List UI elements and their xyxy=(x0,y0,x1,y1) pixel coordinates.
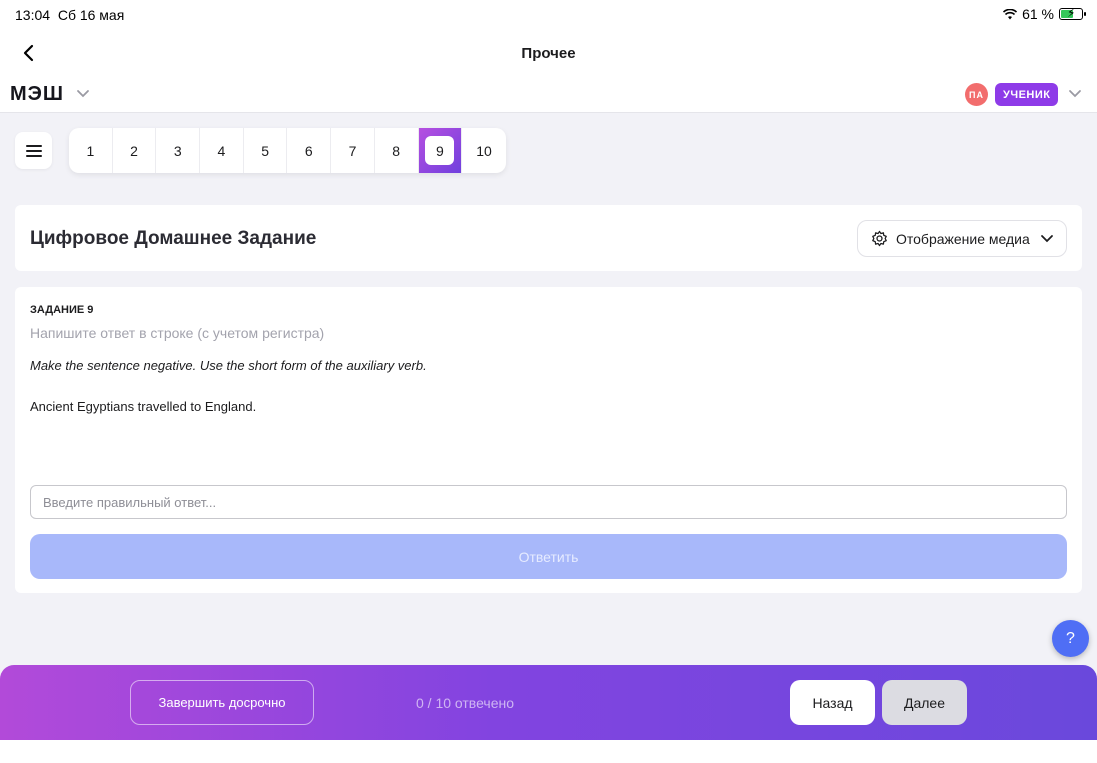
media-display-button[interactable]: Отображение медиа xyxy=(857,220,1067,257)
chevron-down-icon[interactable] xyxy=(75,88,91,100)
status-bar: 13:04 Сб 16 мая 61 % ⚡ xyxy=(0,0,1097,30)
question-tab-label: 3 xyxy=(173,142,182,159)
media-button-label: Отображение медиа xyxy=(896,230,1030,247)
question-tab[interactable]: 7 xyxy=(331,128,375,173)
nav-bar: Прочее xyxy=(0,30,1097,76)
question-tab-label: 6 xyxy=(304,142,313,159)
question-tab-label: 1 xyxy=(86,142,95,159)
title-card: Цифровое Домашнее Задание Отображение ме… xyxy=(15,205,1082,271)
answer-input[interactable] xyxy=(30,485,1067,519)
charging-icon: ⚡ xyxy=(1067,6,1076,20)
question-tab-label: 5 xyxy=(261,142,269,159)
bottom-strip xyxy=(0,740,1097,763)
app-logo[interactable]: МЭШ xyxy=(10,83,64,106)
user-menu-chevron-icon[interactable] xyxy=(1067,88,1083,100)
page-title: Цифровое Домашнее Задание xyxy=(30,228,317,249)
question-tab-label: 2 xyxy=(130,142,138,159)
question-tab-label: 7 xyxy=(348,142,357,159)
wifi-icon xyxy=(1003,8,1018,19)
battery-percent: 61 % xyxy=(1022,6,1054,22)
question-tab-label: 4 xyxy=(217,142,226,159)
task-label: ЗАДАНИЕ 9 xyxy=(30,304,94,316)
status-right: 61 % ⚡ xyxy=(1003,6,1086,22)
question-tab[interactable]: 1 xyxy=(69,128,113,173)
question-tab-label: 8 xyxy=(392,142,401,159)
hamburger-icon xyxy=(25,144,42,157)
task-hint: Напишите ответ в строке (с учетом регист… xyxy=(30,325,325,341)
question-tab[interactable]: 2 xyxy=(113,128,157,173)
nav-title: Прочее xyxy=(521,45,576,62)
question-tab[interactable]: 6 xyxy=(287,128,332,173)
submit-answer-button[interactable]: Ответить xyxy=(30,534,1067,579)
status-time: 13:04 Сб 16 мая xyxy=(15,7,124,23)
question-number-bar: 1 2 3 4 5 6 7 8 9 10 xyxy=(69,128,506,173)
question-tab[interactable]: 5 xyxy=(244,128,288,173)
avatar[interactable]: ПА xyxy=(965,83,988,106)
finish-early-button[interactable]: Завершить досрочно xyxy=(130,680,314,725)
question-tab-label: 10 xyxy=(476,142,492,159)
task-instruction: Make the sentence negative. Use the shor… xyxy=(30,358,427,373)
date-text: Сб 16 мая xyxy=(57,7,125,23)
menu-button[interactable] xyxy=(15,132,52,169)
footer-bar: Завершить досрочно 0 / 10 отвечено Назад… xyxy=(0,665,1097,740)
battery-icon: ⚡ xyxy=(1059,6,1086,20)
time-text: 13:04 xyxy=(15,7,51,23)
question-tab[interactable]: 8 xyxy=(375,128,419,173)
question-tab-label: 9 xyxy=(425,136,455,165)
help-button[interactable]: ? xyxy=(1052,620,1089,657)
progress-text: 0 / 10 отвечено xyxy=(416,695,515,711)
question-tab[interactable]: 10 xyxy=(462,128,506,173)
gear-icon xyxy=(872,230,887,247)
question-tab[interactable]: 9 xyxy=(418,128,463,173)
next-button[interactable]: Далее xyxy=(882,680,967,725)
chevron-down-icon xyxy=(1041,235,1053,243)
role-badge[interactable]: УЧЕНИК xyxy=(995,83,1059,106)
question-tab[interactable]: 3 xyxy=(156,128,201,173)
back-button[interactable]: Назад xyxy=(790,680,875,725)
app-header: МЭШ ПА УЧЕНИК xyxy=(0,76,1097,113)
task-sentence: Ancient Egyptians travelled to England. xyxy=(30,399,257,414)
question-tab[interactable]: 4 xyxy=(200,128,244,173)
task-card: ЗАДАНИЕ 9 Напишите ответ в строке (с уче… xyxy=(15,287,1082,593)
